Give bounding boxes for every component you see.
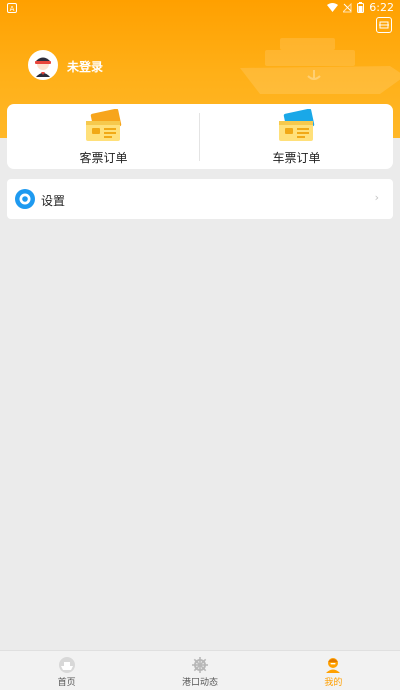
tab-home-label: 首页	[57, 678, 76, 688]
settings-label: 设置	[41, 194, 66, 208]
vehicle-ticket-orders-button[interactable]: 车票订单	[200, 104, 393, 169]
orders-card: 客票订单 车票订单	[7, 104, 393, 169]
scan-button[interactable]	[376, 17, 392, 33]
ticket-blue-icon	[278, 109, 314, 141]
login-status-text[interactable]: 未登录	[67, 58, 103, 75]
status-bar: A 6:22	[0, 0, 400, 17]
wifi-icon	[327, 2, 339, 12]
ship-watermark-icon	[240, 38, 400, 94]
avatar[interactable]	[28, 50, 58, 80]
vehicle-ticket-orders-label: 车票订单	[272, 151, 321, 165]
tab-mine[interactable]: 我的	[267, 651, 400, 690]
status-time: 6:22	[369, 1, 394, 14]
port-helm-icon	[191, 657, 208, 673]
settings-row[interactable]: 设置 ›	[7, 179, 393, 219]
no-signal-icon	[343, 2, 352, 12]
profile-icon	[326, 658, 341, 673]
user-avatar-icon	[29, 51, 57, 79]
passenger-ticket-orders-button[interactable]: 客票订单	[7, 104, 200, 169]
chevron-right-icon: ›	[374, 191, 379, 204]
tab-port-news[interactable]: 港口动态	[133, 651, 266, 690]
settings-gear-icon	[15, 189, 35, 209]
ticket-orange-icon	[85, 109, 121, 141]
bottom-tab-bar: 首页 港口动态 我的	[0, 650, 400, 690]
tab-port-news-label: 港口动态	[181, 678, 218, 688]
svg-text:A: A	[10, 5, 15, 13]
tab-mine-label: 我的	[324, 678, 343, 688]
passenger-ticket-orders-label: 客票订单	[79, 151, 128, 165]
scan-icon	[379, 21, 389, 29]
notification-a-icon: A	[7, 3, 17, 13]
battery-icon	[357, 2, 365, 13]
home-ship-icon	[58, 657, 75, 673]
tab-home[interactable]: 首页	[0, 651, 133, 690]
